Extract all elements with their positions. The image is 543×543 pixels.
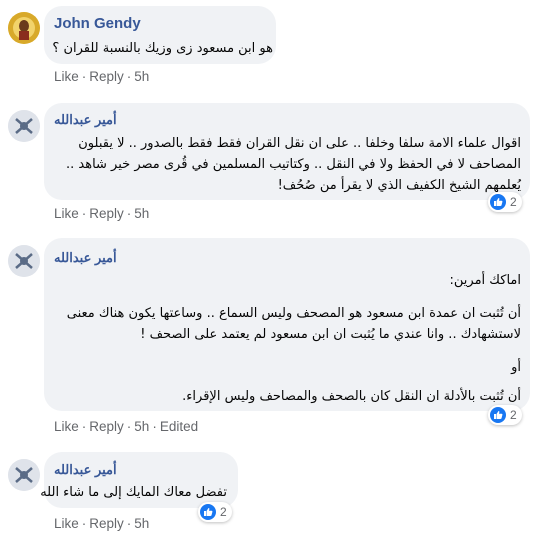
comment-amir-3: أمير عبدالله تفضل معاك المايك إلى ما شاء…: [0, 0, 543, 543]
reaction-count: 2: [220, 505, 227, 519]
comment-actions: Like · Reply · 5h: [54, 516, 149, 531]
separator-dot: ·: [126, 516, 132, 531]
reaction-counter[interactable]: 2: [198, 502, 232, 522]
avatar[interactable]: [8, 459, 40, 491]
comment-author[interactable]: أمير عبدالله: [54, 462, 117, 478]
like-link[interactable]: Like: [54, 516, 79, 531]
like-reaction-icon: [200, 504, 216, 520]
reply-link[interactable]: Reply: [89, 516, 124, 531]
comment-text: تفضل معاك المايك إلى ما شاء الله: [40, 485, 227, 500]
timestamp[interactable]: 5h: [134, 516, 149, 531]
separator-dot: ·: [81, 516, 87, 531]
